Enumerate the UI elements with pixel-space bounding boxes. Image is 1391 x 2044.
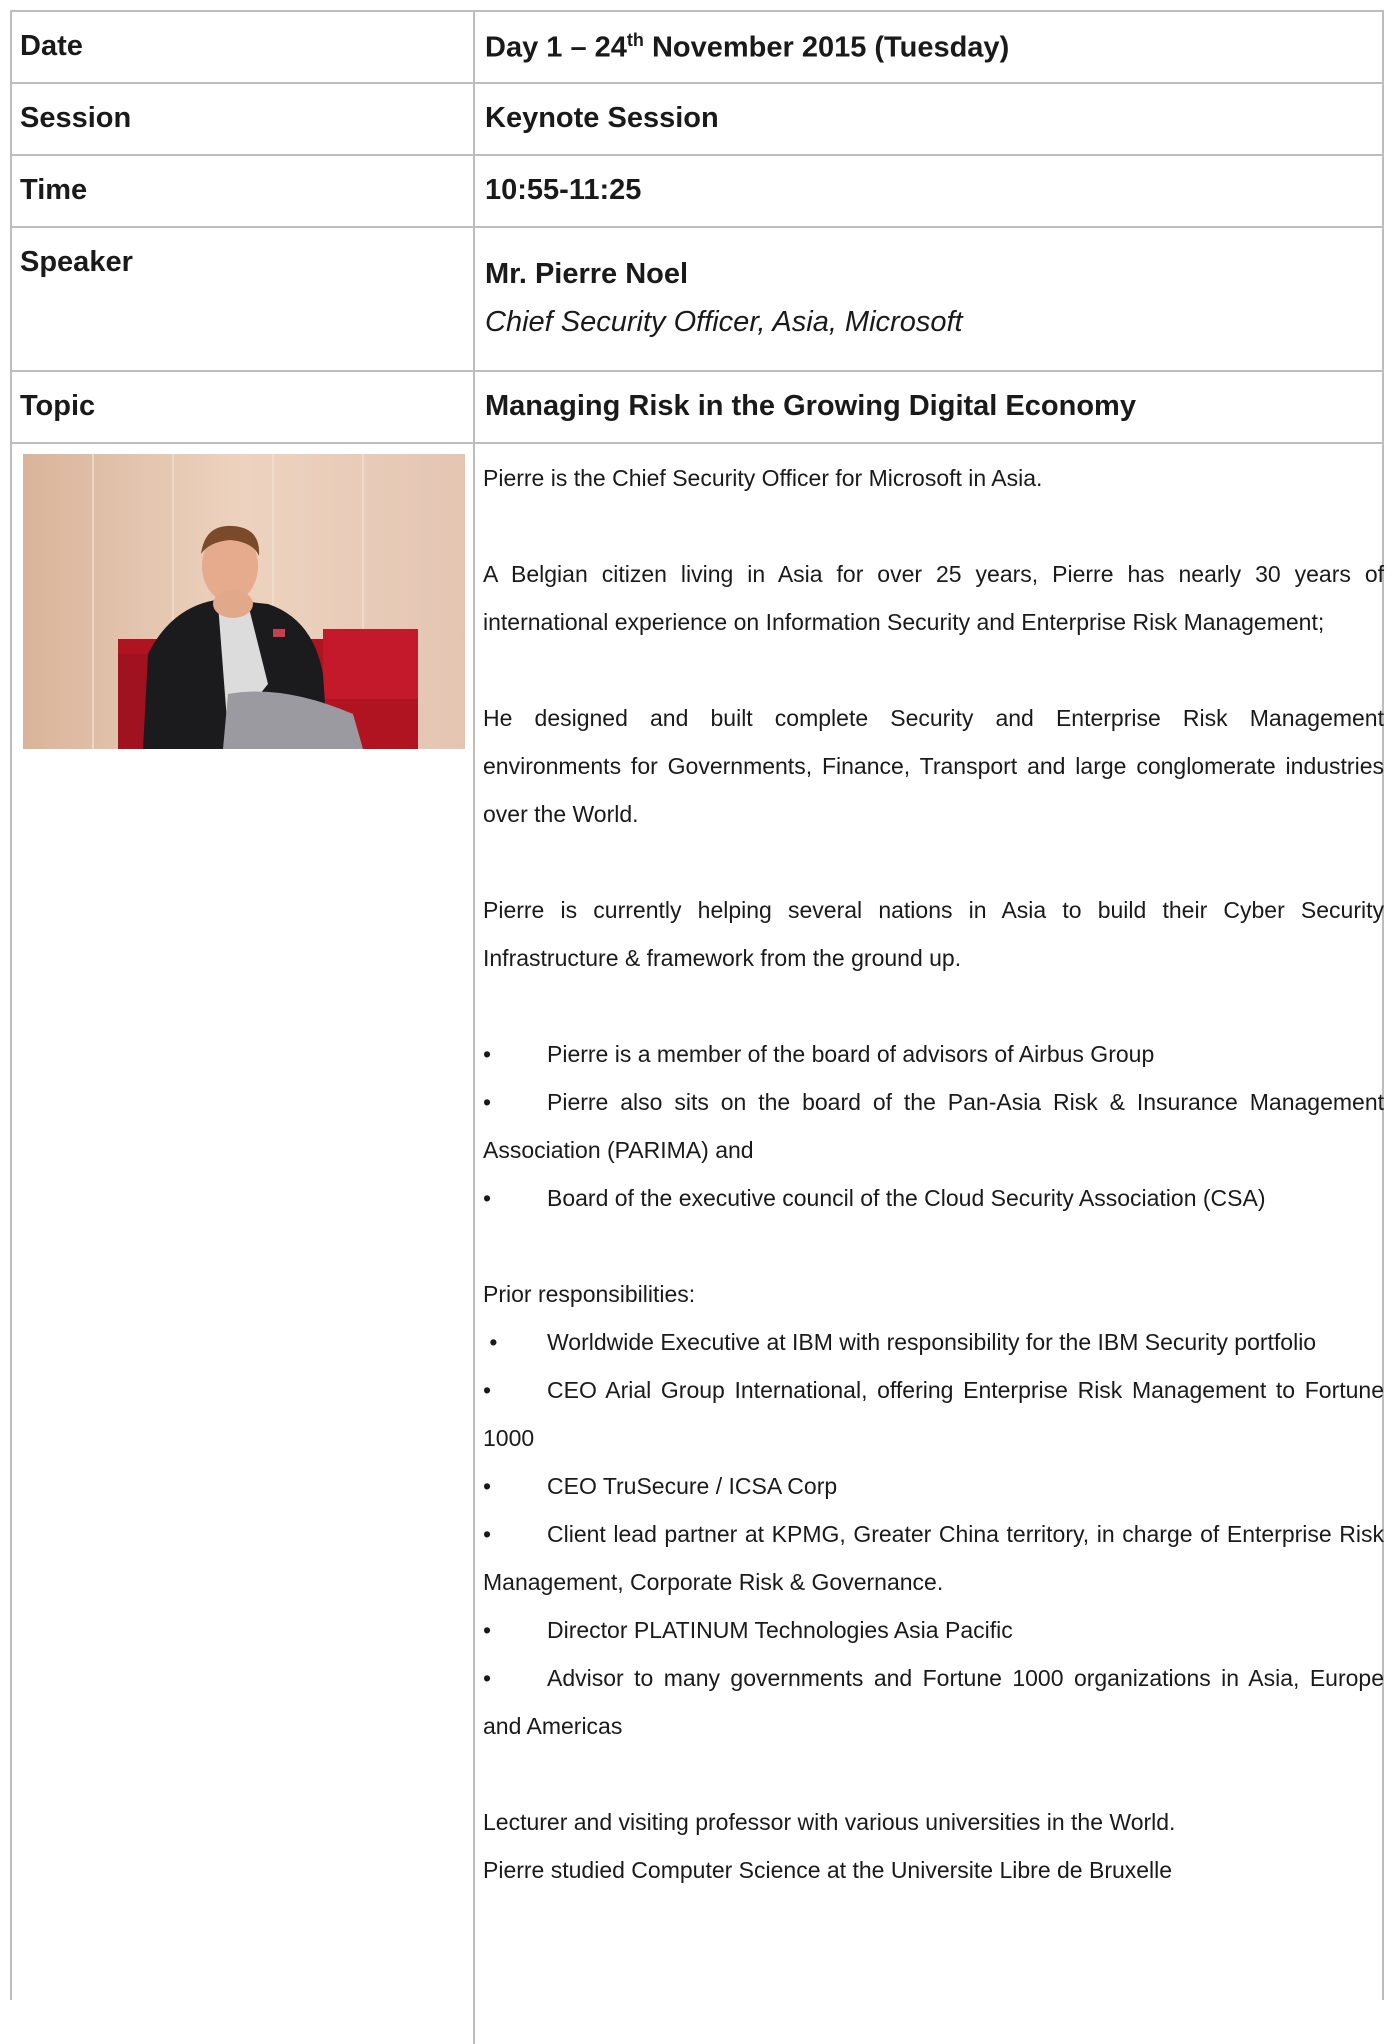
time-value: 10:55-11:25	[485, 174, 642, 206]
date-label: Date	[20, 30, 83, 62]
bio-paragraph: Pierre studied Computer Science at the U…	[483, 1857, 1173, 1883]
time-row: Time 10:55-11:25	[12, 156, 1382, 228]
bullet-item: • Advisor to many governments and Fortune…	[483, 1665, 1384, 1739]
bullet-item: • Director PLATINUM Technologies Asia Pac…	[483, 1617, 1013, 1643]
bio-paragraph: Pierre is the Chief Security Officer for…	[483, 465, 1043, 491]
bullet-item: • Worldwide Executive at IBM with respons…	[483, 1329, 1317, 1355]
bio-paragraph: A Belgian citizen living in Asia for ove…	[483, 561, 1384, 635]
topic-value: Managing Risk in the Growing Digital Eco…	[485, 390, 1136, 422]
speaker-row: Speaker Mr. Pierre Noel Chief Security O…	[12, 228, 1382, 372]
date-row: Date Day 1 – 24th November 2015 (Tuesday…	[12, 12, 1382, 84]
bullet-item: • Board of the executive council of the C…	[483, 1185, 1266, 1211]
speaker-title: Chief Security Officer, Asia, Microsoft	[485, 306, 963, 338]
speaker-photo	[23, 454, 465, 749]
session-value: Keynote Session	[485, 102, 719, 134]
session-row: Session Keynote Session	[12, 84, 1382, 156]
bullet-item: • Pierre also sits on the board of the Pa…	[483, 1089, 1384, 1163]
bio-paragraph: He designed and built complete Security …	[483, 705, 1384, 827]
speaker-label: Speaker	[20, 246, 133, 278]
session-table: Date Day 1 – 24th November 2015 (Tuesday…	[10, 10, 1384, 2044]
prior-heading: Prior responsibilities:	[483, 1281, 696, 1307]
speaker-bio: Pierre is the Chief Security Officer for…	[483, 454, 1384, 1894]
topic-label: Topic	[20, 390, 96, 422]
bullet-item: • Pierre is a member of the board of advi…	[483, 1041, 1155, 1067]
speaker-name: Mr. Pierre Noel	[485, 258, 689, 290]
topic-row: Topic Managing Risk in the Growing Digit…	[12, 372, 1382, 444]
date-value: Day 1 – 24th November 2015 (Tuesday)	[485, 30, 1010, 64]
bullet-item: • CEO Arial Group International, offering…	[483, 1377, 1384, 1451]
bio-row: Pierre is the Chief Security Officer for…	[12, 444, 1384, 2044]
bullet-item: • Client lead partner at KPMG, Greater Ch…	[483, 1521, 1384, 1595]
bio-paragraph: Lecturer and visiting professor with var…	[483, 1809, 1176, 1835]
bullet-item: • CEO TruSecure / ICSA Corp	[483, 1473, 838, 1499]
session-label: Session	[20, 102, 132, 134]
bio-paragraph: Pierre is currently helping several nati…	[483, 897, 1384, 971]
time-label: Time	[20, 174, 88, 206]
